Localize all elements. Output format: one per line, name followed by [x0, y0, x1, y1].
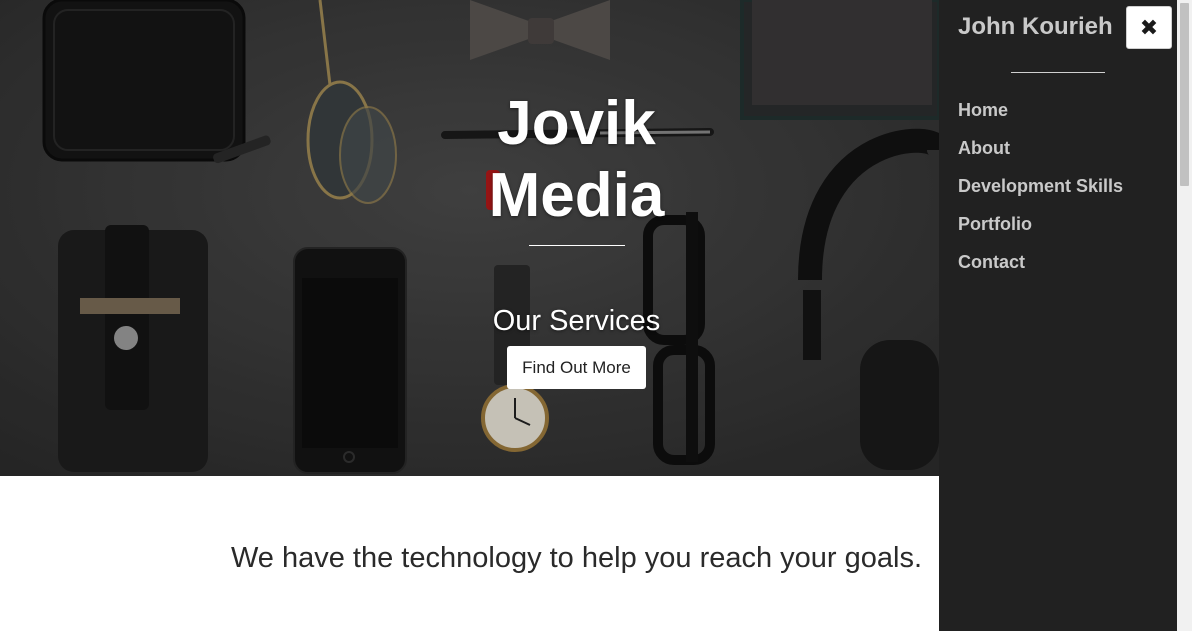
hero-title-line-1: Jovik	[497, 89, 656, 158]
close-icon: ✖	[1139, 16, 1159, 41]
sidebar-menu: Home About Development Skills Portfolio …	[958, 96, 1123, 286]
sidebar-item-about: About	[958, 134, 1123, 172]
sidebar-link-development-skills[interactable]: Development Skills	[958, 176, 1123, 196]
hero-title-line-2: Media	[488, 161, 665, 230]
scrollbar-thumb[interactable]	[1180, 3, 1189, 186]
sidebar-link-home[interactable]: Home	[958, 100, 1008, 120]
sidebar-item-contact: Contact	[958, 248, 1123, 286]
about-section: We have the technology to help you reach…	[0, 476, 939, 631]
hero-subtitle: Our Services	[492, 305, 661, 337]
hero-divider	[529, 245, 625, 246]
page-scrollbar[interactable]	[1177, 0, 1192, 631]
sidebar-item-portfolio: Portfolio	[958, 210, 1123, 248]
hero-overlay	[0, 0, 939, 476]
sidebar-divider	[1011, 72, 1105, 73]
sidebar-nav: John Kourieh Home About Development Skil…	[939, 0, 1177, 631]
page: Jovik Media Our Services Find Out More W…	[0, 0, 1192, 631]
find-out-more-button[interactable]: Find Out More	[507, 346, 646, 389]
sidebar-link-portfolio[interactable]: Portfolio	[958, 214, 1032, 234]
sidebar-item-home: Home	[958, 96, 1123, 134]
sidebar-brand[interactable]: John Kourieh	[958, 12, 1113, 42]
sidebar-link-about[interactable]: About	[958, 138, 1010, 158]
close-menu-button[interactable]: ✖	[1126, 6, 1172, 49]
hero-title: Jovik Media	[0, 88, 939, 232]
sidebar-item-development-skills: Development Skills	[958, 172, 1123, 210]
sidebar-link-contact[interactable]: Contact	[958, 252, 1025, 272]
hero-section: Jovik Media Our Services Find Out More	[0, 0, 939, 476]
